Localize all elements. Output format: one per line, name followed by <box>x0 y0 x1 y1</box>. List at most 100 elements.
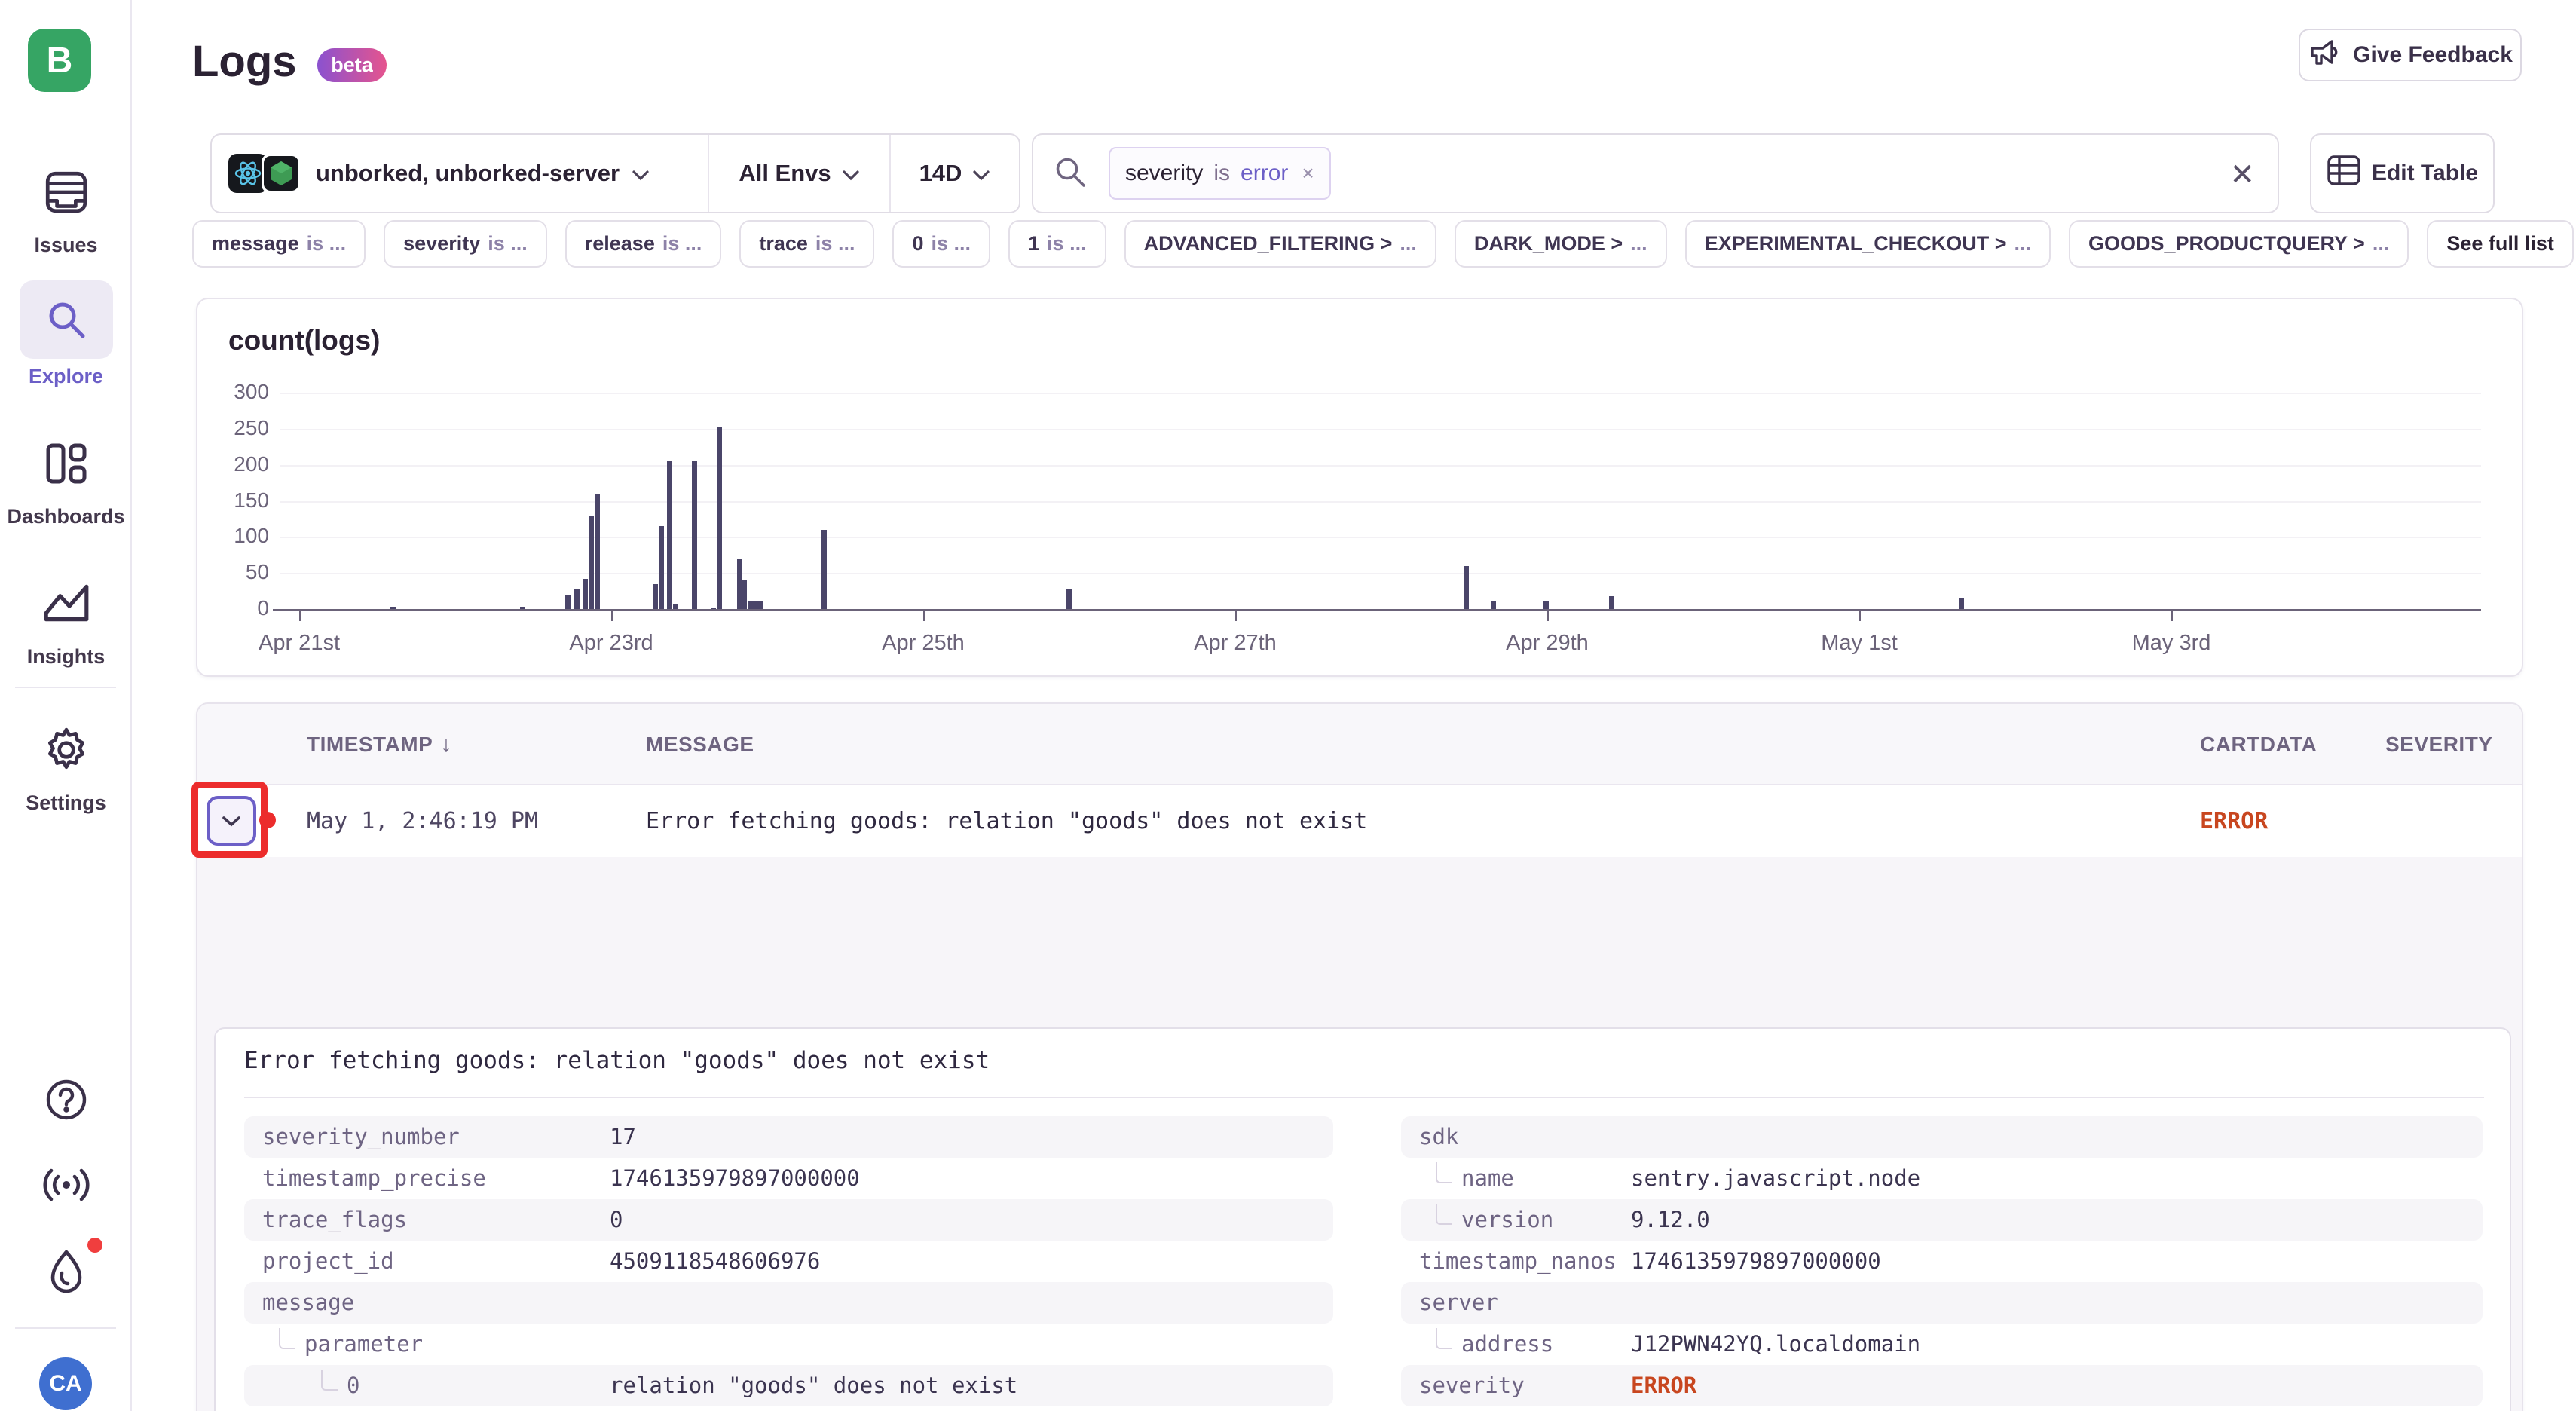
chart-bar[interactable] <box>520 607 525 609</box>
attributes-table-left: severity_number17timestamp_precise174613… <box>244 1116 1333 1411</box>
chart-bar[interactable] <box>583 579 588 609</box>
filter-chip-message[interactable]: messageis ... <box>192 220 366 268</box>
log-detail-panel: Error fetching goods: relation "goods" d… <box>214 1027 2511 1411</box>
attribute-row-trace_flags[interactable]: trace_flags0 <box>244 1199 1333 1241</box>
expanded-row-zone: Error fetching goods: relation "goods" d… <box>197 857 2522 1411</box>
chart-gridline <box>280 393 2481 394</box>
edit-table-button[interactable]: Edit Table <box>2310 133 2495 213</box>
date-range-selector[interactable]: 14D <box>889 135 1019 212</box>
attribute-row-timestamp_precise[interactable]: timestamp_precise1746135979897000000 <box>244 1158 1333 1199</box>
sidebar-item-explore[interactable]: Explore <box>0 280 132 388</box>
tree-connector <box>1436 1162 1452 1183</box>
attribute-row-address[interactable]: address J12PWN42YQ.localdomain <box>1401 1324 2483 1365</box>
attribute-row-stack[interactable]: stackerror: relation "goods" does not ex… <box>1401 1406 2483 1411</box>
x-axis-tick <box>299 611 301 621</box>
filter-chip-advanced-filtering[interactable]: ADVANCED_FILTERING >... <box>1124 220 1436 268</box>
clear-search-icon[interactable]: ✕ <box>2229 135 2255 215</box>
chart-bar[interactable] <box>1464 566 1469 609</box>
chart-bar[interactable] <box>742 580 747 609</box>
attribute-value: J12PWN42YQ.localdomain <box>1631 1324 1920 1365</box>
chart-bar[interactable] <box>1959 598 1964 609</box>
chart-bar[interactable] <box>667 461 672 609</box>
column-header-severity[interactable]: SEVERITY <box>2385 704 2492 785</box>
environment-selector[interactable]: All Envs <box>708 135 889 212</box>
attribute-row-version[interactable]: version9.12.0 <box>1401 1199 2483 1241</box>
chart-bar[interactable] <box>589 516 594 609</box>
sidebar-item-insights[interactable]: Insights <box>0 571 132 669</box>
filter-chip-release[interactable]: releaseis ... <box>565 220 722 268</box>
attribute-row-0[interactable]: 0relation "goods" does not exist <box>244 1365 1333 1406</box>
filter-chip-0[interactable]: 0is ... <box>892 220 990 268</box>
chart-bar[interactable] <box>565 595 571 609</box>
attribute-row-severity_number[interactable]: severity_number17 <box>244 1116 1333 1158</box>
table-row[interactable]: May 1, 2:46:19 PM Error fetching goods: … <box>197 785 2522 857</box>
broadcast-icon[interactable] <box>0 1165 132 1205</box>
whats-new-icon[interactable] <box>0 1247 132 1296</box>
chart-bar[interactable] <box>595 494 600 609</box>
x-axis-tick-label: Apr 27th <box>1160 631 1311 656</box>
attribute-row-message[interactable]: message <box>244 1282 1333 1324</box>
chart-bar[interactable] <box>659 526 664 609</box>
attribute-row-timestamp_nanos[interactable]: timestamp_nanos1746135979897000000 <box>1401 1241 2483 1282</box>
project-platform-icons <box>228 154 301 193</box>
column-header-message[interactable]: MESSAGE <box>646 704 754 785</box>
sidebar-item-settings[interactable]: Settings <box>0 718 132 815</box>
filter-chip-goods-productquery[interactable]: GOODS_PRODUCTQUERY >... <box>2069 220 2409 268</box>
log-detail-title: Error fetching goods: relation "goods" d… <box>244 1047 990 1074</box>
chart-bar[interactable] <box>821 530 827 609</box>
chip-label: release <box>585 232 655 256</box>
chart-bar[interactable] <box>692 461 697 609</box>
attribute-row-sdk[interactable]: sdk <box>1401 1116 2483 1158</box>
filter-chip-dark-mode[interactable]: DARK_MODE >... <box>1455 220 1667 268</box>
column-header-cartdata[interactable]: CARTDATA <box>2200 704 2317 785</box>
user-avatar[interactable]: CA <box>39 1357 92 1410</box>
chart-bar[interactable] <box>1609 596 1614 609</box>
chart-bar[interactable] <box>1066 589 1072 609</box>
chevron-down-icon <box>632 160 650 187</box>
attribute-row-template[interactable]: templateError fetching goods: %s <box>244 1406 1333 1411</box>
sidebar-item-label: Explore <box>0 365 132 388</box>
help-icon[interactable] <box>0 1078 132 1122</box>
chart-bar[interactable] <box>1491 601 1496 609</box>
column-header-timestamp[interactable]: TIMESTAMP↓ <box>307 704 452 785</box>
chart-bar[interactable] <box>1543 601 1549 609</box>
chart-bar[interactable] <box>653 584 658 609</box>
filter-chip-see-full-list[interactable]: See full list <box>2427 220 2574 268</box>
attribute-value: Error fetching goods: %s <box>610 1406 925 1411</box>
attribute-key: address <box>1461 1324 1553 1365</box>
filter-chip-1[interactable]: 1is ... <box>1008 220 1106 268</box>
attribute-value: 9.12.0 <box>1631 1199 1710 1241</box>
org-logo[interactable]: B <box>28 29 91 92</box>
chart-bar[interactable] <box>673 604 678 609</box>
chip-suffix: is ... <box>815 232 855 256</box>
expand-row-button[interactable] <box>207 796 256 846</box>
sidebar-item-issues[interactable]: Issues <box>0 160 132 257</box>
filter-chip-experimental-checkout[interactable]: EXPERIMENTAL_CHECKOUT >... <box>1685 220 2051 268</box>
project-selector[interactable]: unborked, unborked-server <box>212 135 708 212</box>
chart-bar[interactable] <box>717 427 722 609</box>
chart-bar[interactable] <box>757 601 763 609</box>
attribute-row-project_id[interactable]: project_id4509118548606976 <box>244 1241 1333 1282</box>
cell-message: Error fetching goods: relation "goods" d… <box>646 785 1367 857</box>
sidebar-item-dashboards[interactable]: Dashboards <box>0 431 132 528</box>
attribute-key: timestamp_precise <box>262 1158 486 1199</box>
attribute-row-severity[interactable]: severityERROR <box>1401 1365 2483 1406</box>
chart-plot-area[interactable]: 050100150200250300Apr 21stApr 23rdApr 25… <box>197 299 2522 675</box>
chart-bar[interactable] <box>711 608 716 609</box>
sidebar-item-label: Issues <box>0 234 132 257</box>
chart-bar[interactable] <box>574 589 580 609</box>
attribute-row-parameter[interactable]: parameter <box>244 1324 1333 1365</box>
token-remove-icon[interactable]: × <box>1299 161 1314 185</box>
search-filter-token[interactable]: severity is error × <box>1109 147 1331 200</box>
environment-selector-value: All Envs <box>739 160 831 187</box>
page-title: Logs <box>192 36 297 87</box>
filter-chip-trace[interactable]: traceis ... <box>739 220 874 268</box>
search-input[interactable]: severity is error × ✕ <box>1032 133 2279 213</box>
attribute-row-name[interactable]: namesentry.javascript.node <box>1401 1158 2483 1199</box>
tree-connector <box>1436 1328 1452 1349</box>
chart-bar[interactable] <box>390 607 396 609</box>
attribute-row-server[interactable]: server <box>1401 1282 2483 1324</box>
filter-chip-severity[interactable]: severityis ... <box>384 220 547 268</box>
give-feedback-button[interactable]: Give Feedback <box>2299 29 2522 81</box>
attribute-value: 17 <box>610 1116 636 1158</box>
